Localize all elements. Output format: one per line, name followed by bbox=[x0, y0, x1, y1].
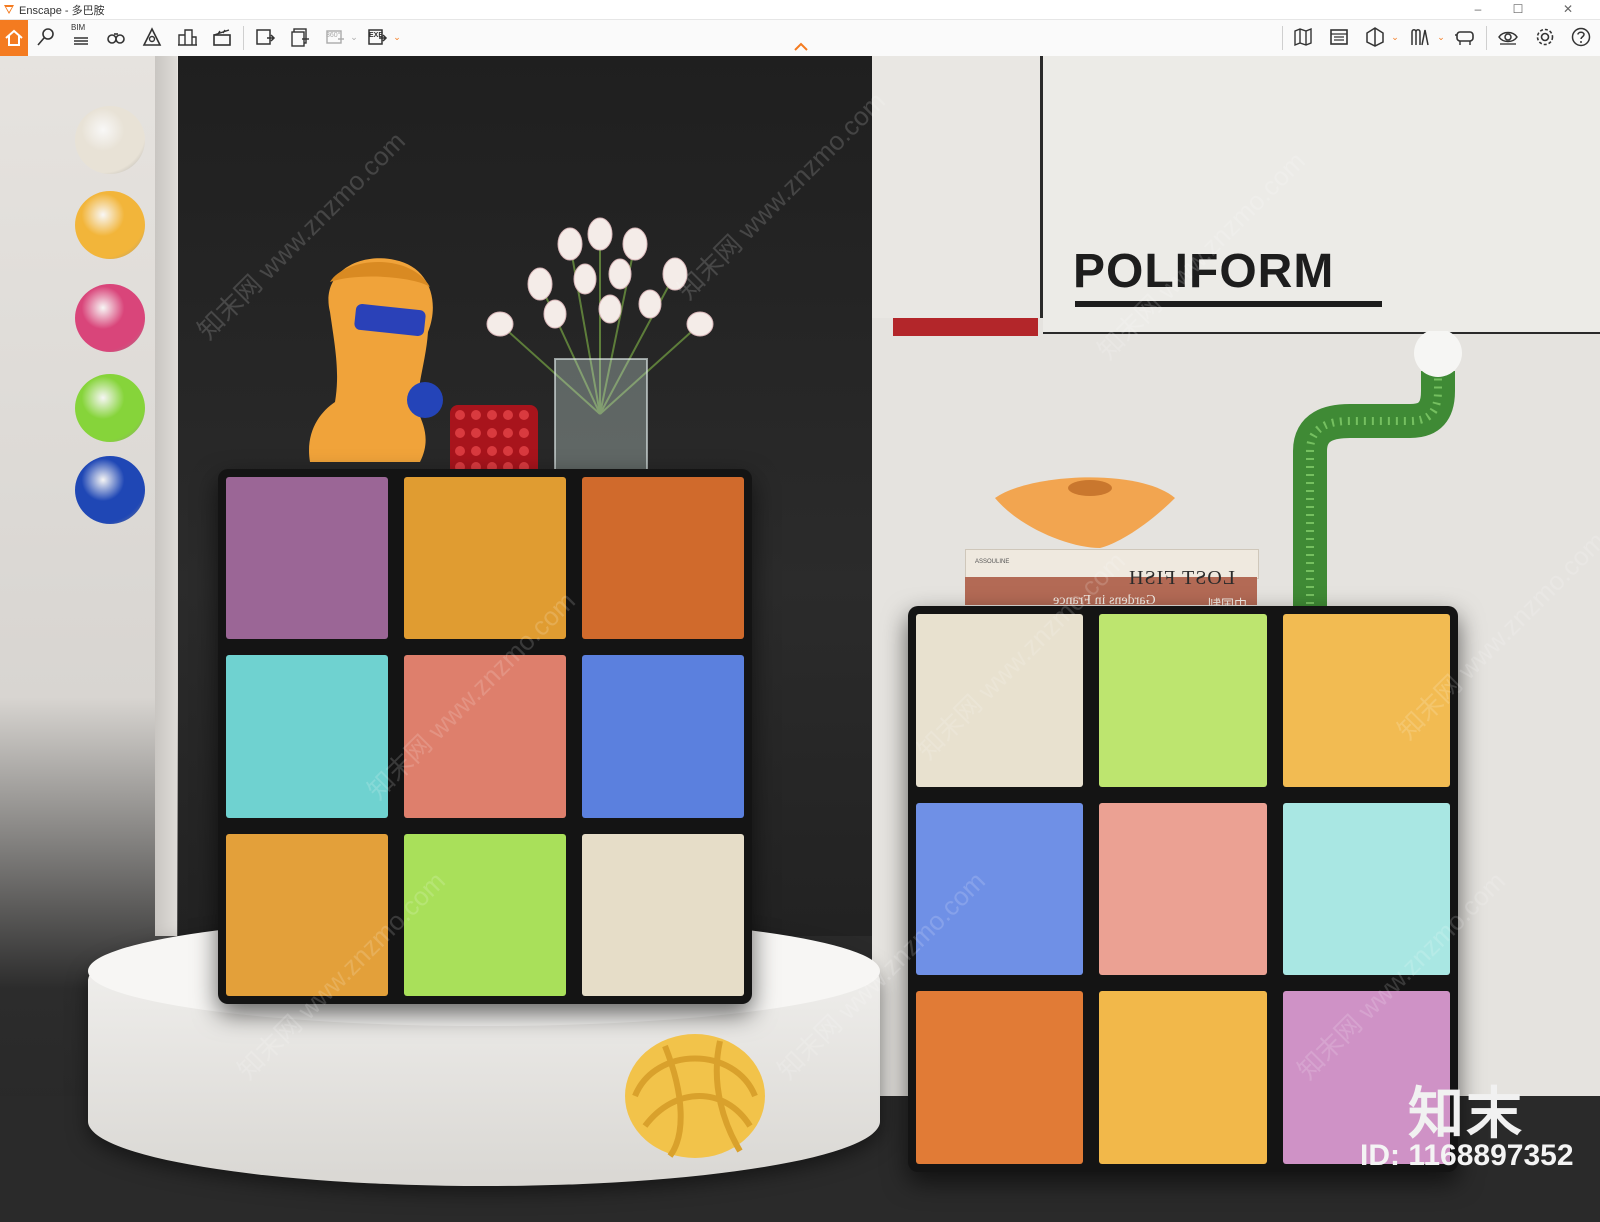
view-settings-icon bbox=[1330, 29, 1348, 45]
asset-library-button[interactable] bbox=[1404, 22, 1434, 52]
exe-label: EXE bbox=[369, 32, 384, 39]
cube-tile bbox=[1099, 614, 1267, 787]
toolbar-separator bbox=[1486, 26, 1487, 50]
section-icon bbox=[1366, 27, 1384, 47]
toolbar-separator bbox=[1282, 26, 1283, 50]
settings-button[interactable] bbox=[1530, 22, 1560, 52]
cube-tile bbox=[404, 833, 566, 996]
window-title: Enscape - 多巴胺 bbox=[19, 5, 105, 17]
view-settings-button[interactable] bbox=[1324, 22, 1354, 52]
batch-render-icon bbox=[291, 28, 309, 47]
visibility-icon bbox=[1498, 31, 1518, 45]
screenshot-export-icon bbox=[256, 29, 276, 45]
maximize-button[interactable]: ☐ bbox=[1498, 0, 1538, 18]
navigation-button[interactable] bbox=[137, 22, 167, 52]
navigation-icon bbox=[142, 27, 162, 46]
watermark-logo: 知末 bbox=[1408, 1082, 1524, 1145]
left-rubik-cube-cabinet bbox=[218, 469, 752, 1004]
section-dropdown[interactable]: ⌄ bbox=[1390, 30, 1400, 44]
panorama-button[interactable]: 360° bbox=[320, 22, 350, 52]
buildings-icon bbox=[178, 29, 197, 46]
cube-tile bbox=[582, 477, 744, 640]
book-title: LOST FISH bbox=[1128, 567, 1235, 589]
wall-ball bbox=[75, 284, 145, 352]
clapper-icon bbox=[213, 29, 231, 46]
map-icon bbox=[1294, 27, 1312, 47]
exe-export-dropdown[interactable]: ⌄ bbox=[392, 30, 402, 44]
video-editor-button[interactable] bbox=[207, 22, 237, 52]
toolbar-separator bbox=[243, 26, 244, 50]
wall-ball bbox=[75, 106, 145, 174]
home-button[interactable] bbox=[0, 20, 28, 56]
help-button[interactable] bbox=[1566, 22, 1596, 52]
settings-icon bbox=[1536, 28, 1554, 46]
cube-tile bbox=[226, 655, 388, 818]
batch-render-button[interactable] bbox=[285, 22, 315, 52]
wall-ball bbox=[75, 191, 145, 259]
wall-pillar bbox=[155, 56, 177, 936]
bim-label: BIM bbox=[71, 23, 86, 32]
orange-bowl-sculpture bbox=[995, 477, 1175, 548]
map-button[interactable] bbox=[1288, 22, 1318, 52]
visibility-button[interactable] bbox=[1493, 22, 1523, 52]
minimize-button[interactable]: – bbox=[1458, 0, 1498, 18]
exe-export-button[interactable]: EXE bbox=[362, 22, 392, 52]
wall-panel bbox=[872, 56, 1043, 318]
watermark-id: ID: 1168897352 bbox=[1360, 1139, 1574, 1172]
screenshot-export-button[interactable] bbox=[250, 22, 280, 52]
bust-sculpture bbox=[309, 258, 443, 462]
bim-button[interactable]: BIM bbox=[66, 22, 96, 52]
collapse-toolbar-icon[interactable] bbox=[793, 41, 809, 53]
wall-ball bbox=[75, 456, 145, 524]
book-publisher: ASSOULINE bbox=[975, 559, 1010, 565]
home-icon bbox=[5, 29, 23, 46]
title-bar: Enscape - 多巴胺 – ☐ ✕ bbox=[0, 0, 1600, 20]
panorama-dropdown[interactable]: ⌄ bbox=[349, 30, 359, 44]
close-button[interactable]: ✕ bbox=[1548, 0, 1588, 18]
knot-pillow bbox=[625, 1034, 765, 1158]
buildings-button[interactable] bbox=[172, 22, 202, 52]
location-button[interactable] bbox=[31, 22, 61, 52]
binoculars-icon bbox=[107, 33, 125, 44]
cube-tile bbox=[582, 833, 744, 996]
vr-headset-icon bbox=[1455, 31, 1474, 45]
cube-tile bbox=[1099, 802, 1267, 976]
red-strip bbox=[893, 318, 1038, 336]
enscape-logo-icon bbox=[4, 5, 14, 14]
vr-headset-button[interactable] bbox=[1450, 22, 1480, 52]
wall-ball bbox=[75, 374, 145, 442]
cube-tile bbox=[582, 655, 744, 818]
section-button[interactable] bbox=[1360, 22, 1390, 52]
help-icon bbox=[1571, 27, 1591, 47]
cube-tile bbox=[226, 477, 388, 640]
asset-library-icon bbox=[1411, 29, 1429, 46]
render-viewport[interactable]: POLIFORM LOST FISH Gardens in France 中国制… bbox=[0, 56, 1600, 1222]
binoculars-button[interactable] bbox=[101, 22, 131, 52]
cube-tile bbox=[916, 991, 1084, 1164]
cube-tile bbox=[1099, 991, 1267, 1164]
tulip-vase bbox=[486, 217, 714, 474]
location-icon bbox=[37, 28, 54, 46]
asset-library-dropdown[interactable]: ⌄ bbox=[1436, 30, 1446, 44]
panorama-label: 360° bbox=[326, 32, 341, 39]
